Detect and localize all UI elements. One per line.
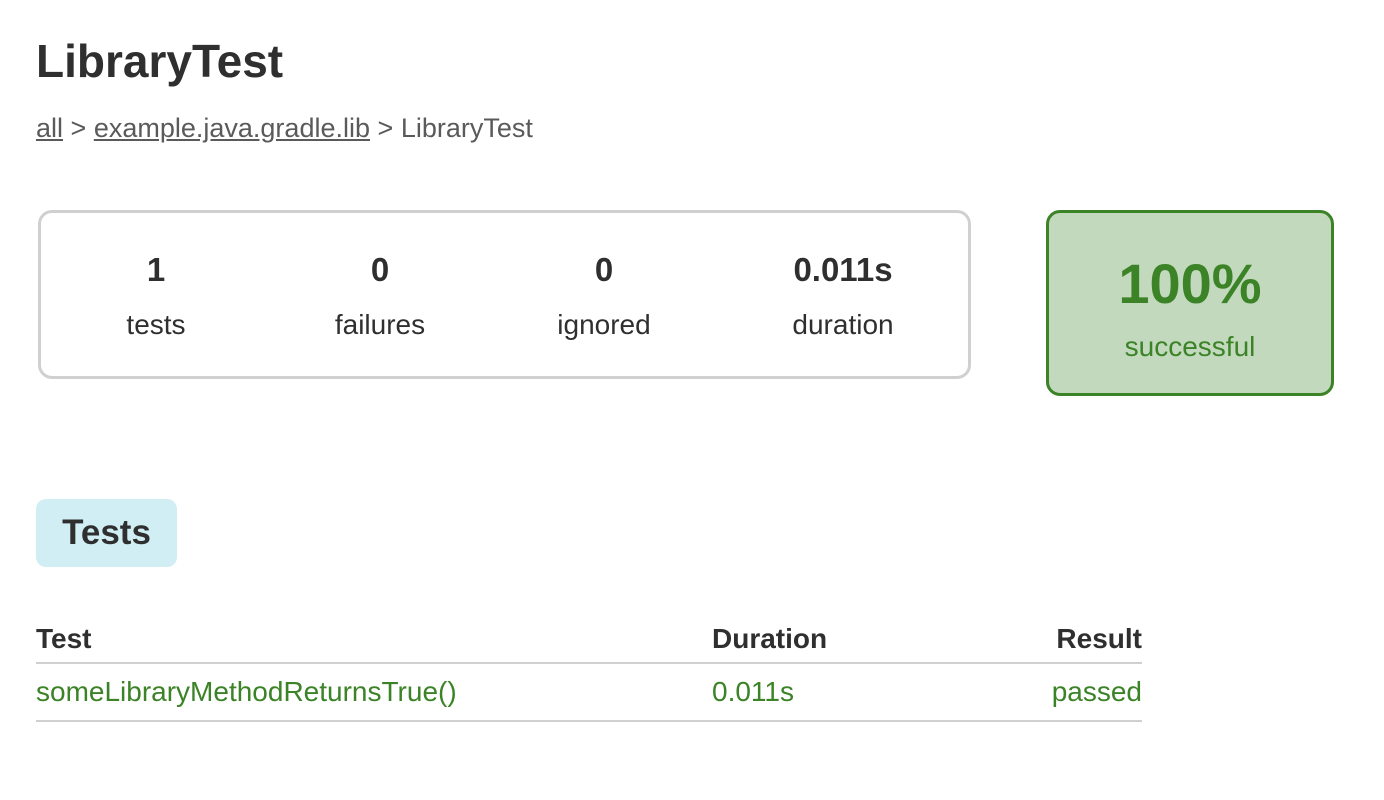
failures-count: 0 <box>370 251 390 288</box>
header-result: Result <box>1032 620 1142 664</box>
header-test: Test <box>36 620 712 664</box>
success-label: successful <box>1124 331 1256 362</box>
table-row: someLibraryMethodReturnsTrue() 0.011s pa… <box>36 663 1142 722</box>
failures-label: failures <box>334 309 426 340</box>
page-title: LibraryTest <box>36 35 284 87</box>
tests-table: Test Duration Result someLibraryMethodRe… <box>36 620 1142 722</box>
success-rate-box: 100% successful <box>1046 210 1334 396</box>
ignored-count: 0 <box>594 251 614 288</box>
header-duration: Duration <box>712 620 1032 664</box>
breadcrumb-current: LibraryTest <box>400 113 533 143</box>
test-result: passed <box>1032 663 1142 722</box>
breadcrumb-link-package[interactable]: example.java.gradle.lib <box>94 113 370 143</box>
breadcrumb-link-all[interactable]: all <box>36 113 63 143</box>
tab-tests[interactable]: Tests <box>36 499 177 567</box>
test-duration: 0.011s <box>712 663 1032 722</box>
table-header-row: Test Duration Result <box>36 620 1142 664</box>
test-name: someLibraryMethodReturnsTrue() <box>36 663 712 722</box>
duration-value: 0.011s <box>793 251 893 288</box>
breadcrumb-separator: > <box>70 113 87 143</box>
success-percent: 100% <box>1118 252 1262 315</box>
duration-label: duration <box>792 309 894 340</box>
ignored-label: ignored <box>557 309 651 340</box>
breadcrumb: all > example.java.gradle.lib > LibraryT… <box>36 113 533 144</box>
tests-count: 1 <box>146 251 166 288</box>
tests-label: tests <box>126 309 186 340</box>
breadcrumb-separator: > <box>377 113 394 143</box>
summary-box: 1 tests 0 failures 0 ignored 0.011s duration <box>38 210 971 379</box>
